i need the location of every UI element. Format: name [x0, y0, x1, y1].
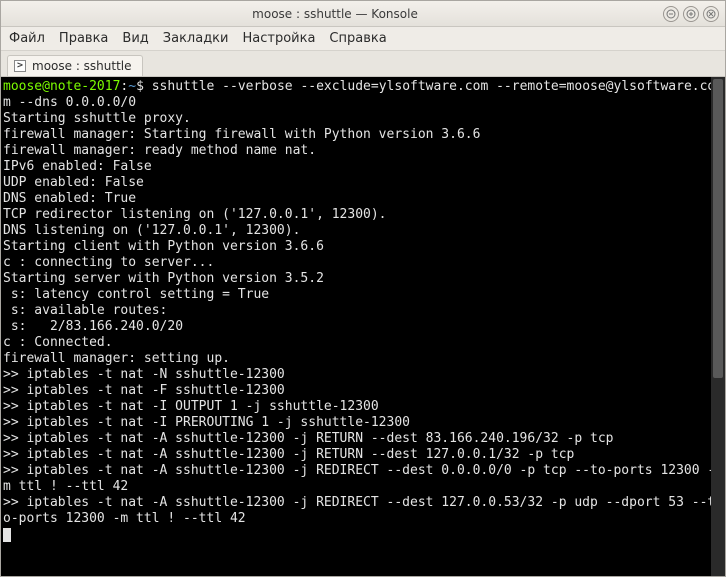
menu-settings[interactable]: Настройка — [242, 31, 315, 46]
terminal-cursor — [3, 528, 11, 542]
output-line: s: available routes: — [3, 303, 167, 318]
prompt-host: note-2017 — [50, 79, 120, 94]
output-line: s: latency control setting = True — [3, 287, 269, 302]
maximize-button[interactable] — [683, 6, 699, 22]
minimize-button[interactable] — [663, 6, 679, 22]
output-line: Starting sshuttle proxy. — [3, 111, 191, 126]
scrollbar[interactable] — [711, 77, 725, 576]
output-line: firewall manager: setting up. — [3, 351, 230, 366]
output-line: >> iptables -t nat -F sshuttle-12300 — [3, 383, 285, 398]
prompt-at: @ — [42, 79, 50, 94]
output-line: Starting client with Python version 3.6.… — [3, 239, 324, 254]
output-line: s: 2/83.166.240.0/20 — [3, 319, 183, 334]
output-line: >> iptables -t nat -A sshuttle-12300 -j … — [3, 495, 715, 526]
output-line: TCP redirector listening on ('127.0.0.1'… — [3, 207, 387, 222]
terminal-tab[interactable]: moose : sshuttle — [7, 55, 143, 76]
output-line: firewall manager: ready method name nat. — [3, 143, 316, 158]
menu-view[interactable]: Вид — [122, 31, 148, 46]
output-line: >> iptables -t nat -N sshuttle-12300 — [3, 367, 285, 382]
window-title: moose : sshuttle — Konsole — [7, 7, 663, 21]
output-line: >> iptables -t nat -I OUTPUT 1 -j sshutt… — [3, 399, 379, 414]
scrollbar-thumb[interactable] — [713, 79, 723, 378]
konsole-window: moose : sshuttle — Konsole Файл Правка В… — [0, 0, 726, 577]
prompt-user: moose — [3, 79, 42, 94]
titlebar[interactable]: moose : sshuttle — Konsole — [1, 1, 725, 27]
output-line: Starting server with Python version 3.5.… — [3, 271, 324, 286]
output-line: c : Connected. — [3, 335, 113, 350]
menu-edit[interactable]: Правка — [59, 31, 108, 46]
terminal-icon — [14, 60, 26, 72]
close-button[interactable] — [703, 6, 719, 22]
output-line: >> iptables -t nat -A sshuttle-12300 -j … — [3, 447, 574, 462]
menu-help[interactable]: Справка — [329, 31, 386, 46]
tabbar: moose : sshuttle — [1, 51, 725, 77]
menubar: Файл Правка Вид Закладки Настройка Справ… — [1, 27, 725, 51]
window-controls — [663, 6, 719, 22]
output-line: firewall manager: Starting firewall with… — [3, 127, 480, 142]
output-line: IPv6 enabled: False — [3, 159, 152, 174]
tab-label: moose : sshuttle — [32, 59, 132, 73]
menu-bookmarks[interactable]: Закладки — [163, 31, 229, 46]
menu-file[interactable]: Файл — [9, 31, 45, 46]
terminal-output[interactable]: moose@note-2017:~$ sshuttle --verbose --… — [1, 77, 725, 576]
output-line: UDP enabled: False — [3, 175, 144, 190]
output-line: >> iptables -t nat -I PREROUTING 1 -j ss… — [3, 415, 410, 430]
output-line: >> iptables -t nat -A sshuttle-12300 -j … — [3, 463, 715, 494]
output-line: DNS enabled: True — [3, 191, 136, 206]
output-line: >> iptables -t nat -A sshuttle-12300 -j … — [3, 431, 613, 446]
output-line: c : connecting to server... — [3, 255, 214, 270]
output-line: DNS listening on ('127.0.0.1', 12300). — [3, 223, 300, 238]
prompt-symbol: $ — [136, 79, 144, 94]
prompt-path: ~ — [128, 79, 136, 94]
